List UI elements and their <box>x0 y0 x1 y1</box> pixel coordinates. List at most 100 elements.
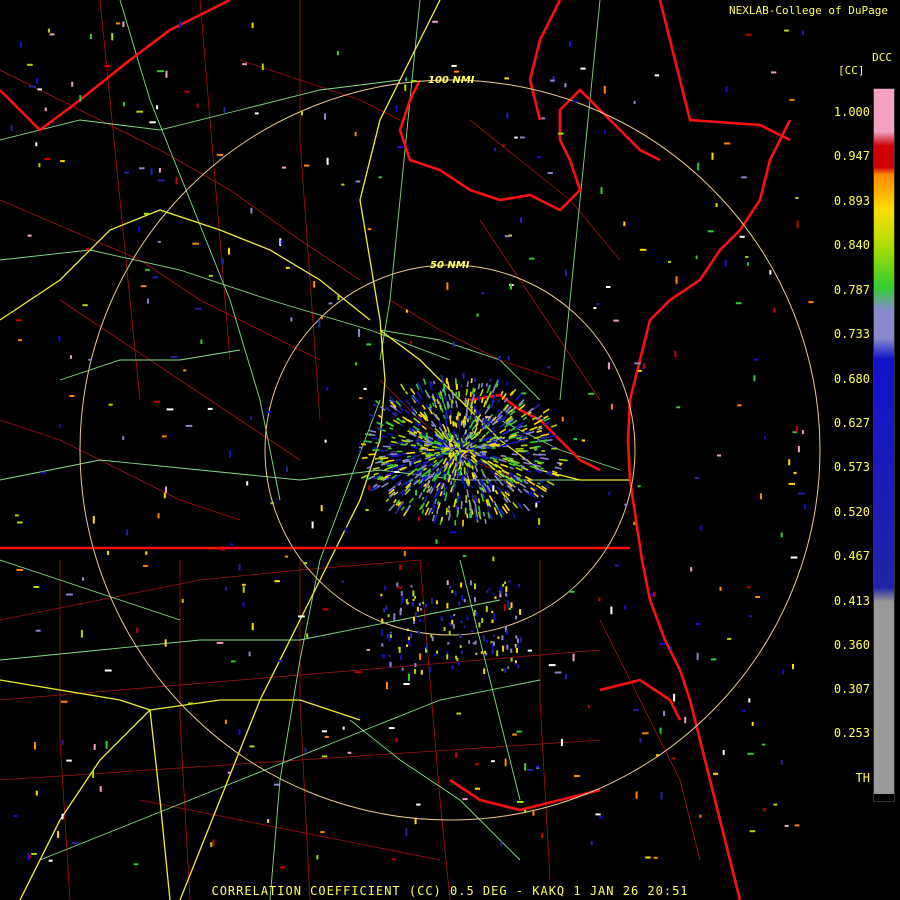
radar-echo <box>35 790 38 796</box>
radar-echo <box>363 387 367 390</box>
radar-echo <box>414 596 416 599</box>
radar-echo <box>624 605 627 610</box>
radar-gate <box>377 439 382 442</box>
radar-gate <box>448 443 452 448</box>
radar-echo <box>696 652 699 660</box>
radar-echo <box>745 256 749 258</box>
legend-label: 0.733 <box>833 327 870 341</box>
radar-echo <box>697 162 700 171</box>
radar-echo <box>66 593 73 596</box>
radar-gate <box>423 444 430 447</box>
radar-echo <box>518 583 520 588</box>
radar-echo <box>405 599 408 604</box>
radar-echo <box>248 651 251 657</box>
radar-echo <box>633 521 636 525</box>
legend-label: 0.787 <box>833 283 870 297</box>
radar-gate <box>433 495 437 499</box>
radar-echo <box>633 100 636 104</box>
radar-echo <box>801 30 804 36</box>
radar-echo <box>561 416 564 422</box>
radar-echo <box>422 601 425 604</box>
radar-gate <box>460 500 463 510</box>
radar-echo <box>446 580 449 585</box>
radar-echo <box>504 668 507 673</box>
radar-gate <box>443 476 447 481</box>
radar-echo <box>47 28 50 33</box>
radar-gate <box>470 420 473 424</box>
radar-echo <box>763 808 766 812</box>
radar-gate <box>410 444 416 447</box>
radar-echo <box>153 400 160 403</box>
legend-label: 1.000 <box>833 105 870 119</box>
radar-echo <box>166 408 174 411</box>
radar-echo <box>40 471 46 474</box>
radar-echo <box>435 539 438 544</box>
radar-gate <box>448 451 451 457</box>
radar-echo <box>492 556 495 562</box>
radar-gate <box>468 401 471 409</box>
radar-echo <box>446 654 449 660</box>
radar-gate <box>363 440 373 443</box>
radar-gate <box>466 513 469 519</box>
radar-echo <box>461 595 463 601</box>
radar-echo <box>761 743 766 746</box>
radar-gate <box>368 453 376 456</box>
radar-echo <box>445 410 448 415</box>
radar-echo <box>451 590 454 594</box>
radar-echo <box>517 801 524 803</box>
radar-echo <box>737 404 742 407</box>
radar-echo <box>403 551 406 557</box>
radar-gate <box>416 442 420 445</box>
radar-gate <box>519 439 527 442</box>
radar-echo <box>143 212 150 215</box>
radar-echo <box>659 727 662 734</box>
radar-echo <box>385 605 388 610</box>
radar-echo <box>491 649 494 655</box>
color-bar <box>873 88 895 802</box>
radar-echo <box>395 737 398 743</box>
radar-echo <box>137 226 140 233</box>
radar-echo <box>654 74 660 77</box>
radar-echo <box>372 437 377 440</box>
radar-echo <box>605 286 611 288</box>
radar-echo <box>510 283 512 290</box>
radar-echo <box>380 593 383 597</box>
radar-echo <box>510 657 513 662</box>
radar-gate <box>456 509 459 518</box>
radar-echo <box>548 664 556 667</box>
radar-echo <box>491 619 494 624</box>
radar-echo <box>474 787 481 790</box>
radar-echo <box>515 635 518 639</box>
radar-gate <box>445 386 448 391</box>
radar-echo <box>418 630 421 635</box>
radar-gate <box>500 444 507 447</box>
radar-echo <box>460 620 463 624</box>
radar-echo <box>504 581 506 584</box>
radar-echo <box>354 671 362 674</box>
radar-echo <box>99 786 102 792</box>
radar-echo <box>382 655 385 659</box>
radar-echo <box>92 770 95 778</box>
radar-echo <box>31 852 37 855</box>
radar-gate <box>361 456 368 460</box>
radar-echo <box>711 152 714 160</box>
radar-echo <box>401 598 404 604</box>
radar-echo <box>415 489 418 496</box>
radar-gate <box>463 476 466 482</box>
radar-echo <box>48 859 53 862</box>
radar-echo <box>404 84 407 91</box>
radar-echo <box>37 88 42 91</box>
radar-echo <box>536 156 541 159</box>
radar-echo <box>208 274 213 277</box>
radar-echo <box>755 596 760 598</box>
radar-echo <box>633 708 639 711</box>
radar-echo <box>326 386 329 391</box>
radar-gate <box>540 467 544 470</box>
radar-gate <box>452 451 455 456</box>
radar-echo <box>366 648 370 651</box>
radar-echo <box>794 824 800 827</box>
radar-echo <box>461 650 463 655</box>
radar-echo <box>140 285 147 288</box>
radar-echo <box>212 839 215 847</box>
radar-gate <box>482 443 486 446</box>
